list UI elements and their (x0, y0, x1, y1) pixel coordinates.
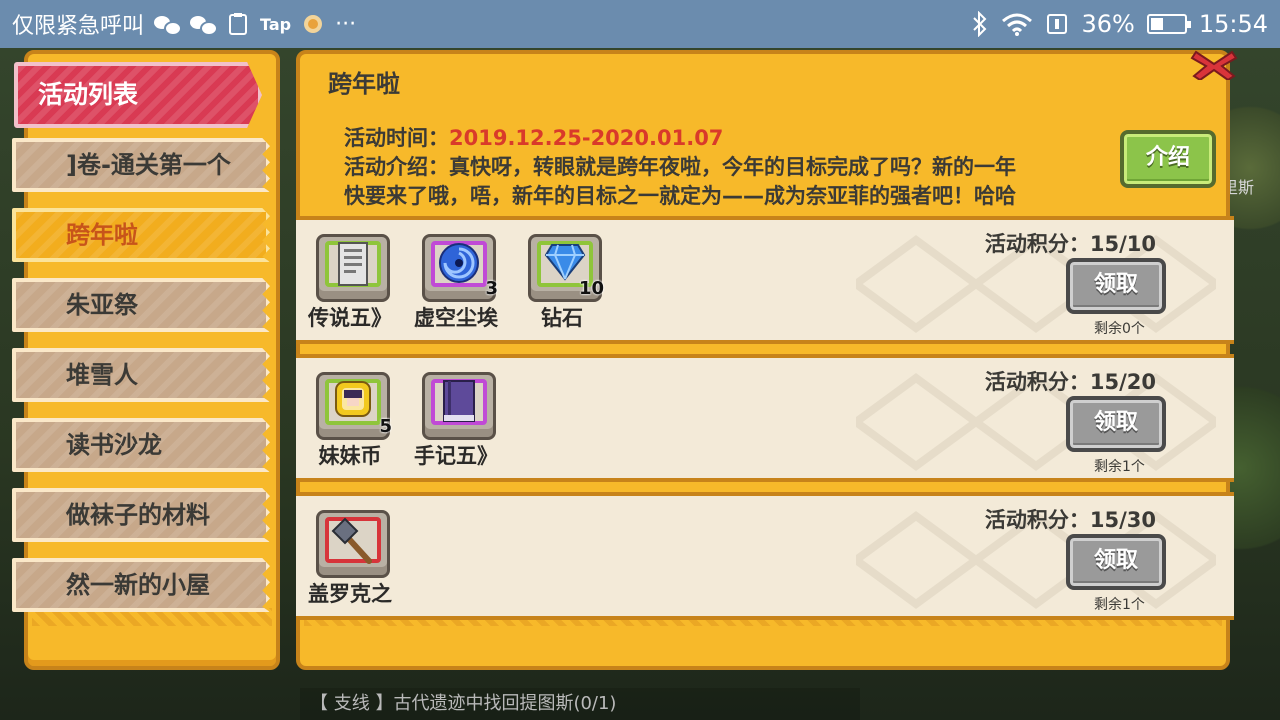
event-list-header: 活动列表 (14, 62, 262, 128)
event-time: 活动时间：2019.12.25-2020.01.07 (344, 122, 723, 152)
reward-item[interactable]: 3 虚空尘埃 (404, 234, 508, 340)
remaining-count: 剩余1个 (1094, 459, 1145, 475)
claim-button[interactable]: 领取 (1066, 258, 1166, 314)
item-name: 盖罗克之 (308, 582, 392, 606)
event-score: 活动积分：15/30 (984, 508, 1156, 532)
sim-icon (1047, 14, 1068, 34)
battery-icon (1146, 14, 1191, 34)
sidebar-item-event-7[interactable]: 然一新的小屋 (12, 558, 270, 612)
void-dust-icon (439, 243, 479, 283)
sidebar-item-event-4[interactable]: 堆雪人 (12, 348, 270, 402)
intro-button[interactable]: 介绍 (1120, 130, 1216, 188)
sidebar-item-event-2[interactable]: 跨年啦 (12, 208, 270, 262)
scroll-icon (338, 242, 368, 286)
item-name: 手记五》 (414, 444, 498, 468)
claim-button[interactable]: 领取 (1066, 534, 1166, 590)
diamond-icon (544, 244, 586, 281)
sidebar-item-event-6[interactable]: 做袜子的材料 (12, 488, 270, 542)
reward-row: 传说五》 3 虚空尘埃 10 钻石 活动积分：15/10 领取 剩余0个 (296, 216, 1234, 344)
wifi-icon (1002, 13, 1033, 36)
bluetooth-icon (973, 11, 987, 37)
reward-row: 盖罗克之 活动积分：15/30 领取 剩余1个 (296, 492, 1234, 620)
battery-percent: 36% (1081, 10, 1135, 38)
event-time-value: 2019.12.25-2020.01.07 (449, 126, 724, 150)
reward-item[interactable]: 盖罗克之 (298, 510, 402, 616)
event-intro-text: 真快呀，转眼就是跨年夜啦，今年的目标完成了吗？新的一年 (449, 155, 1016, 179)
clock: 15:54 (1198, 10, 1268, 38)
clipboard-icon (229, 13, 248, 35)
item-name: 钻石 (541, 306, 583, 330)
item-name: 传说五》 (308, 306, 392, 330)
remaining-count: 剩余0个 (1094, 321, 1145, 337)
app-notification-icon (304, 15, 323, 33)
sidebar-item-event-1[interactable]: ]卷-通关第一个 (12, 138, 270, 192)
status-bar: 仅限紧急呼叫 Tap ··· 36% 15:54 (0, 0, 1280, 48)
sidebar-item-event-5[interactable]: 读书沙龙 (12, 418, 270, 472)
reward-item[interactable]: 手记五》 (404, 372, 508, 478)
more-notifications-icon: ··· (335, 11, 357, 37)
event-intro-continued: 快要来了哦，唔，新年的目标之一就定为——成为奈亚菲的强者吧！哈哈 (344, 184, 1016, 208)
reward-item[interactable]: 5 妹妹币 (298, 372, 402, 478)
tap-label: Tap (260, 14, 292, 34)
event-score: 活动积分：15/10 (984, 232, 1156, 256)
item-name: 妹妹币 (318, 444, 382, 468)
reward-row: 5 妹妹币 手记五》 活动积分：15/20 领取 剩余1个 (296, 354, 1234, 482)
close-icon[interactable] (1190, 50, 1238, 80)
sister-coin-icon (335, 381, 371, 417)
hammer-icon (331, 517, 372, 564)
reward-item[interactable]: 传说五》 (298, 234, 402, 340)
quest-tracker[interactable]: 【 支线 】古代遗迹中找回提图斯(0/1) (300, 688, 860, 720)
carrier-text: 仅限紧急呼叫 (12, 14, 145, 39)
item-count: 3 (485, 278, 498, 299)
event-title: 跨年啦 (328, 70, 400, 98)
wechat-icon (190, 14, 219, 36)
sidebar-item-event-3[interactable]: 朱亚祭 (12, 278, 270, 332)
reward-item[interactable]: 10 钻石 (510, 234, 614, 340)
event-intro: 活动介绍：真快呀，转眼就是跨年夜啦，今年的目标完成了吗？新的一年 (344, 151, 1016, 181)
remaining-count: 剩余1个 (1094, 597, 1145, 613)
event-score: 活动积分：15/20 (984, 370, 1156, 394)
item-count: 10 (578, 278, 604, 299)
item-name: 虚空尘埃 (414, 306, 498, 330)
book-icon (443, 380, 475, 422)
wechat-icon (154, 14, 183, 36)
event-intro-label: 活动介绍： (344, 155, 449, 179)
event-time-label: 活动时间： (344, 126, 449, 150)
item-count: 5 (379, 416, 392, 437)
claim-button[interactable]: 领取 (1066, 396, 1166, 452)
